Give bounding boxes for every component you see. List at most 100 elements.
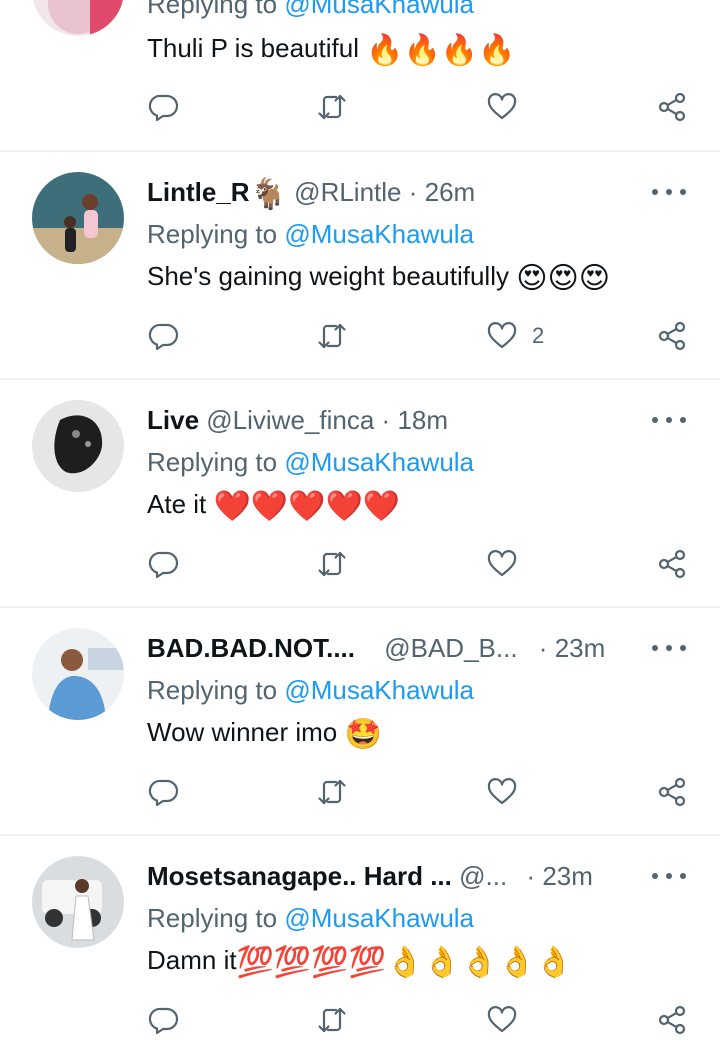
separator-dot: ·: [381, 405, 391, 435]
heart-icon: [486, 91, 518, 123]
share-button[interactable]: [656, 1000, 688, 1040]
tweet-emoji: 🔥🔥🔥🔥: [366, 33, 516, 68]
replying-to: Replying to @MusaKhawula: [147, 442, 474, 482]
reply-button[interactable]: [148, 87, 180, 127]
heart-button[interactable]: [486, 1000, 532, 1040]
more-icon[interactable]: [652, 180, 686, 204]
heart-icon: [486, 548, 518, 580]
replying-prefix: Replying to: [147, 447, 278, 477]
heart-icon: [486, 320, 518, 352]
tweet-emoji: 🤩: [344, 717, 382, 752]
reply-icon: [148, 320, 180, 352]
reply-icon: [148, 548, 180, 580]
display-name[interactable]: Mosetsanagape.. Hard ...: [147, 861, 452, 891]
timestamp[interactable]: 18m: [397, 405, 448, 435]
avatar[interactable]: [32, 856, 124, 948]
retweet-icon: [316, 1004, 348, 1036]
retweet-button[interactable]: [316, 1000, 348, 1040]
name-emoji: 🐐: [249, 177, 287, 212]
replying-to: Replying to @MusaKhawula: [147, 214, 474, 254]
replying-to: Replying to @MusaKhawula: [147, 898, 474, 938]
mention-link[interactable]: @MusaKhawula: [284, 219, 474, 249]
user-handle[interactable]: @Liviwe_finca: [206, 405, 374, 435]
mention-link[interactable]: @MusaKhawula: [284, 0, 474, 19]
share-button[interactable]: [656, 544, 688, 584]
retweet-button[interactable]: [316, 772, 348, 812]
replying-to: Replying to @MusaKhawula: [147, 670, 474, 710]
heart-button[interactable]: 2: [486, 316, 544, 356]
user-handle[interactable]: @...: [459, 861, 507, 891]
display-name[interactable]: Lintle_R: [147, 177, 250, 207]
separator-dot: ·: [526, 861, 536, 891]
replying-to: Replying to @MusaKhawula: [147, 0, 474, 24]
timestamp[interactable]: 23m: [542, 861, 593, 891]
tweet-header: Lintle_R🐐 @RLintle · 26m: [147, 172, 647, 212]
timestamp[interactable]: 23m: [555, 633, 606, 663]
avatar[interactable]: [32, 0, 124, 36]
reply-button[interactable]: [148, 316, 180, 356]
share-icon: [656, 776, 688, 808]
user-handle[interactable]: @BAD_B...: [384, 633, 517, 663]
timestamp[interactable]: 26m: [425, 177, 476, 207]
reply-icon: [148, 91, 180, 123]
heart-icon: [486, 776, 518, 808]
reply-button[interactable]: [148, 1000, 180, 1040]
share-icon: [656, 548, 688, 580]
separator-dot: ·: [538, 633, 548, 663]
tweet[interactable]: Live @Liviwe_finca · 18m Replying to @Mu…: [0, 380, 720, 606]
retweet-button[interactable]: [316, 316, 348, 356]
reply-button[interactable]: [148, 544, 180, 584]
more-icon[interactable]: [652, 408, 686, 432]
retweet-button[interactable]: [316, 87, 348, 127]
display-name[interactable]: Live: [147, 405, 199, 435]
heart-button[interactable]: [486, 772, 532, 812]
reply-button[interactable]: [148, 772, 180, 812]
tweet-text-content: Wow winner imo: [147, 717, 338, 747]
action-bar: 2: [0, 316, 720, 356]
more-icon[interactable]: [652, 864, 686, 888]
action-bar: [0, 1000, 720, 1040]
tweet-text: She's gaining weight beautifully 😍😍😍: [147, 256, 610, 299]
mention-link[interactable]: @MusaKhawula: [284, 903, 474, 933]
reply-icon: [148, 776, 180, 808]
tweet-emoji: 💯💯💯💯👌👌👌👌👌: [236, 945, 573, 980]
replies-feed: Replying to @MusaKhawula Thuli P is beau…: [0, 0, 720, 1040]
like-count: 2: [532, 323, 545, 348]
action-bar: [0, 544, 720, 584]
heart-icon: [486, 1004, 518, 1036]
tweet[interactable]: Lintle_R🐐 @RLintle · 26m Replying to @Mu…: [0, 152, 720, 378]
retweet-icon: [316, 548, 348, 580]
tweet-header: Mosetsanagape.. Hard ... @... · 23m: [147, 856, 647, 896]
replying-prefix: Replying to: [147, 675, 278, 705]
tweet-text: Thuli P is beautiful 🔥🔥🔥🔥: [147, 28, 516, 71]
avatar[interactable]: [32, 400, 124, 492]
tweet-header: BAD.BAD.NOT.... @BAD_B... · 23m: [147, 628, 647, 668]
display-name[interactable]: BAD.BAD.NOT....: [147, 633, 355, 663]
share-button[interactable]: [656, 316, 688, 356]
replying-prefix: Replying to: [147, 219, 278, 249]
retweet-button[interactable]: [316, 544, 348, 584]
heart-button[interactable]: [486, 544, 532, 584]
tweet[interactable]: Mosetsanagape.. Hard ... @... · 23m Repl…: [0, 836, 720, 1040]
tweet[interactable]: Replying to @MusaKhawula Thuli P is beau…: [0, 0, 720, 150]
tweet-text-content: Thuli P is beautiful: [147, 33, 359, 63]
separator-dot: ·: [408, 177, 418, 207]
share-button[interactable]: [656, 772, 688, 812]
tweet-text-content: Damn it: [147, 945, 237, 975]
tweet-header: Live @Liviwe_finca · 18m: [147, 400, 647, 440]
retweet-icon: [316, 776, 348, 808]
mention-link[interactable]: @MusaKhawula: [284, 447, 474, 477]
tweet-emoji: 😍😍😍: [516, 261, 611, 296]
retweet-icon: [316, 91, 348, 123]
user-handle[interactable]: @RLintle: [294, 177, 401, 207]
share-button[interactable]: [656, 87, 688, 127]
share-icon: [656, 1004, 688, 1036]
more-icon[interactable]: [652, 636, 686, 660]
heart-button[interactable]: [486, 87, 532, 127]
avatar[interactable]: [32, 172, 124, 264]
replying-prefix: Replying to: [147, 0, 278, 19]
avatar[interactable]: [32, 628, 124, 720]
mention-link[interactable]: @MusaKhawula: [284, 675, 474, 705]
tweet[interactable]: BAD.BAD.NOT.... @BAD_B... · 23m Replying…: [0, 608, 720, 834]
action-bar: [0, 772, 720, 812]
